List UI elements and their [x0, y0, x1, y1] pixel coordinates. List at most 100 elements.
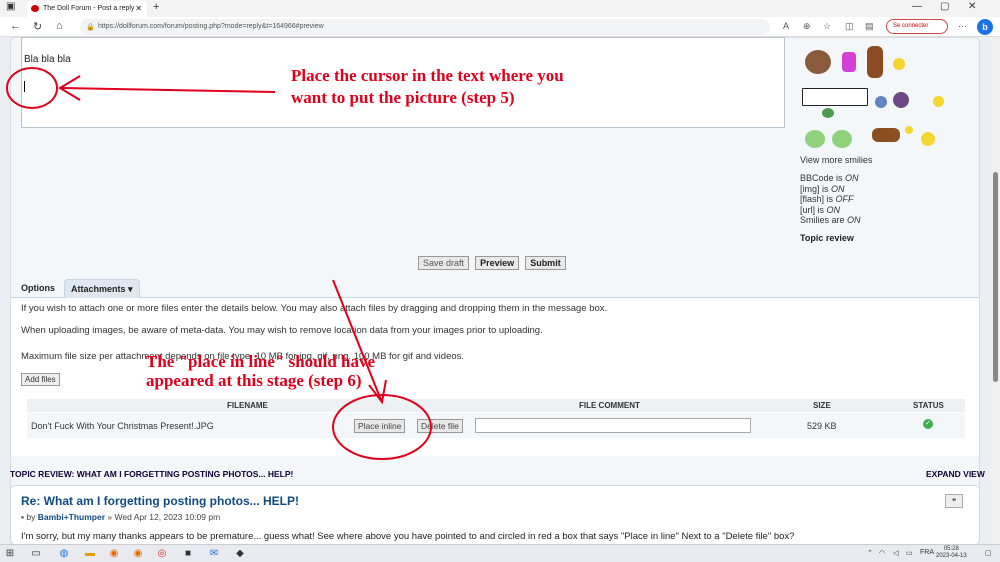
annotation-step5: Place the cursor in the text where you w…	[291, 65, 564, 109]
smiley-blue[interactable]	[875, 96, 887, 108]
topic-review-header: TOPIC REVIEW: WHAT AM I FORGETTING POSTI…	[10, 469, 294, 479]
flash-value: OFF	[835, 194, 854, 204]
windows-start-icon[interactable]: ⊞	[4, 548, 16, 560]
post-by: by	[26, 512, 38, 522]
post-title[interactable]: Re: What am I forgetting posting photos.…	[21, 494, 299, 508]
wifi-icon[interactable]: ◠	[879, 549, 885, 557]
img-value: ON	[831, 183, 845, 194]
page-content: Bla bla bla View more smilies BBCode is …	[0, 37, 1000, 544]
edge-icon[interactable]: ◍	[58, 548, 70, 560]
collections-icon[interactable]: ▤	[865, 21, 874, 32]
delete-file-button[interactable]: Delete file	[417, 419, 463, 433]
post-meta: ▪ by Bambi+Thumper » Wed Apr 12, 2023 10…	[21, 512, 220, 522]
topic-review-link[interactable]: Topic review	[800, 233, 854, 243]
attach-help-1: If you wish to attach one or more files …	[21, 303, 608, 314]
post-body: I'm sorry, but my many thanks appears to…	[21, 531, 795, 542]
save-draft-button[interactable]: Save draft	[418, 256, 470, 270]
col-status: STATUS	[913, 401, 944, 410]
refresh-icon[interactable]: ↻	[33, 20, 42, 33]
quote-icon[interactable]: ❝	[945, 494, 963, 508]
annotation-step6-line1: The "place in line" should have	[146, 352, 376, 371]
chevron-down-icon: ▾	[128, 284, 133, 294]
smiley-confused[interactable]	[921, 132, 935, 146]
close-tab-icon[interactable]: ✕	[135, 4, 142, 13]
submit-button[interactable]: Submit	[525, 256, 566, 270]
split-screen-icon[interactable]: ◫	[845, 21, 854, 32]
browser-tab[interactable]: The Doll Forum - Post a reply ✕	[27, 1, 147, 17]
taskbar: ⊞ ▭ ◍ ▬ ◉ ◉ ◎ ■ ✉ ◆ ⌃ ◠ ◁ ▭ FRA 05:28 20…	[0, 544, 1000, 562]
file-explorer-icon[interactable]: ▬	[84, 548, 96, 560]
message-text: Bla bla bla	[24, 54, 71, 65]
options-tabbar: Options Attachments ▾	[11, 278, 979, 298]
zoom-icon[interactable]: ⊕	[803, 21, 811, 32]
table-row: Don't Fuck With Your Christmas Present!.…	[27, 413, 965, 438]
file-comment-input[interactable]	[475, 418, 751, 433]
favorite-icon[interactable]: ☆	[823, 21, 831, 32]
address-bar-row: ← ↻ ⌂ 🔒 https://dollforum.com/forum/post…	[0, 17, 1000, 37]
flash-label: [flash] is	[800, 194, 836, 204]
smiley-horse[interactable]	[872, 128, 900, 142]
volume-icon[interactable]: ◁	[893, 549, 898, 557]
close-window-icon[interactable]: ✕	[968, 1, 976, 12]
app-icon-3[interactable]: ■	[182, 548, 194, 560]
page-scrollbar[interactable]	[991, 37, 1000, 544]
url-label: [url] is	[800, 204, 827, 215]
file-name: Don't Fuck With Your Christmas Present!.…	[31, 421, 214, 431]
task-view-icon[interactable]: ▭	[30, 548, 42, 560]
mail-icon[interactable]: ✉	[208, 548, 220, 560]
bbcode-label: BBCode is	[800, 173, 846, 183]
smiley-wink[interactable]	[893, 58, 905, 70]
app-icon-2[interactable]: ◎	[156, 548, 168, 560]
smilies-value: ON	[847, 215, 861, 225]
app-icon-1[interactable]: ◉	[132, 548, 144, 560]
smiley-green[interactable]	[822, 108, 834, 118]
attach-help-2: When uploading images, be aware of meta-…	[21, 325, 543, 336]
smiley-fist[interactable]	[805, 50, 831, 74]
smiley-sign[interactable]	[802, 88, 868, 106]
smiley-alien1[interactable]	[805, 130, 825, 148]
minimize-icon[interactable]: —	[912, 1, 922, 12]
signin-label: Se connecter	[893, 23, 929, 29]
bbcode-value: ON	[845, 173, 859, 183]
window-menu-icon[interactable]: ▣	[6, 1, 15, 12]
tab-options[interactable]: Options	[15, 279, 61, 298]
unity-icon[interactable]: ◆	[234, 548, 246, 560]
home-icon[interactable]: ⌂	[56, 20, 63, 32]
view-more-smilies-link[interactable]: View more smilies	[800, 155, 872, 165]
system-clock[interactable]: 05:28 2023-04-13	[936, 546, 967, 560]
more-icon[interactable]: ⋯	[958, 21, 967, 32]
blender-icon[interactable]: ◉	[108, 548, 120, 560]
scrollbar-thumb[interactable]	[993, 172, 998, 382]
url-value: ON	[826, 204, 841, 215]
add-files-button[interactable]: Add files	[21, 373, 60, 386]
notifications-icon[interactable]: ▢	[985, 549, 992, 557]
tab-attachments[interactable]: Attachments ▾	[64, 279, 140, 298]
smilies-label: Smilies are	[800, 215, 848, 225]
maximize-icon[interactable]: ▢	[940, 1, 949, 12]
read-aloud-icon[interactable]: A	[783, 21, 789, 31]
expand-view-link[interactable]: EXPAND VIEW	[926, 469, 985, 479]
post-author[interactable]: Bambi+Thumper	[38, 512, 105, 522]
place-inline-button[interactable]: Place inline	[354, 419, 406, 433]
favicon-icon	[31, 5, 39, 12]
tab-title: The Doll Forum - Post a reply	[43, 5, 135, 12]
smiley-box[interactable]	[893, 92, 909, 108]
new-tab-icon[interactable]: +	[153, 1, 159, 13]
preview-button[interactable]: Preview	[475, 256, 520, 270]
bing-icon[interactable]: b	[977, 19, 993, 35]
back-icon[interactable]: ←	[10, 20, 21, 32]
battery-icon[interactable]: ▭	[906, 549, 913, 557]
smiley-figure[interactable]	[867, 46, 883, 78]
lock-icon: 🔒	[86, 24, 95, 31]
signin-button[interactable]: Se connecter	[886, 19, 948, 34]
smiley-alien2[interactable]	[832, 130, 852, 148]
smiley-small1[interactable]	[905, 126, 913, 134]
language-indicator[interactable]: FRA	[920, 549, 934, 556]
smiley-devil[interactable]	[842, 52, 856, 72]
tab-attachments-label: Attachments	[71, 284, 126, 294]
tray-chevron-icon[interactable]: ⌃	[867, 549, 873, 557]
check-icon: ✓	[923, 419, 933, 429]
url-field[interactable]: 🔒 https://dollforum.com/forum/posting.ph…	[80, 19, 770, 35]
smiley-smile[interactable]	[933, 96, 944, 107]
file-size: 529 KB	[807, 421, 837, 431]
